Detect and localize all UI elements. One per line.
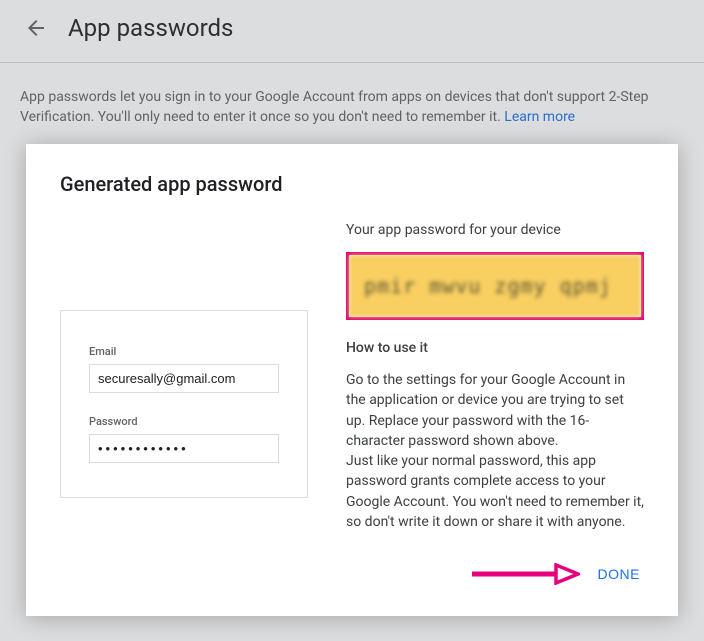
modal-title: Generated app password — [60, 172, 644, 196]
device-signin-card: Email Password — [60, 310, 308, 498]
generated-password-highlight: pmir mwvu zgmy qpmj — [346, 252, 644, 320]
email-field[interactable] — [89, 364, 279, 393]
modal-right-column: Your app password for your device pmir m… — [346, 222, 644, 532]
how-to-use-title: How to use it — [346, 340, 644, 356]
email-label: Email — [89, 345, 279, 358]
password-label: Password — [89, 415, 279, 428]
app-password-heading: Your app password for your device — [346, 222, 644, 238]
generated-password-value[interactable]: pmir mwvu zgmy qpmj — [349, 255, 641, 317]
modal-body: Email Password Your app password for you… — [60, 222, 644, 532]
done-button[interactable]: DONE — [594, 560, 644, 588]
generated-password-modal: Generated app password Email Password Yo… — [26, 144, 678, 616]
annotation-arrow-icon — [470, 563, 580, 585]
modal-footer: DONE — [60, 560, 644, 588]
password-field[interactable] — [89, 434, 279, 463]
modal-left-column: Email Password — [60, 222, 308, 532]
how-to-use-text: Go to the settings for your Google Accou… — [346, 370, 644, 532]
